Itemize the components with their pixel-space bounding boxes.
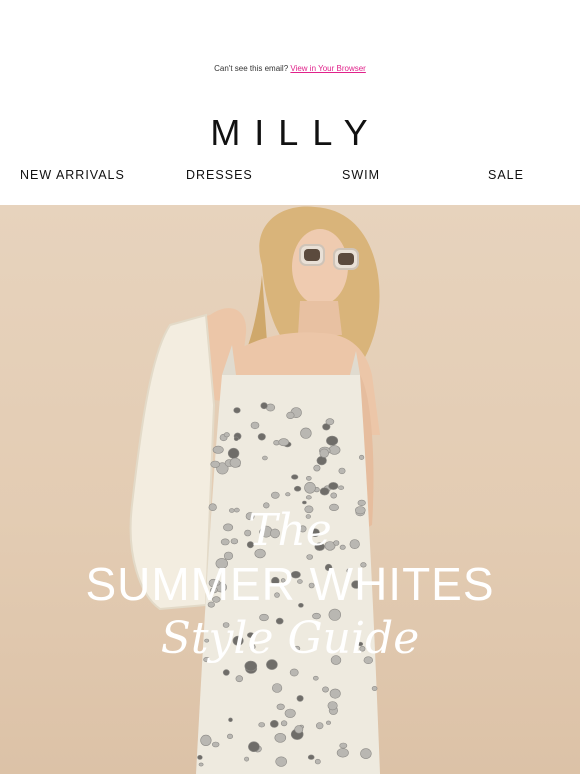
sequin xyxy=(272,683,283,693)
sequin xyxy=(262,455,268,461)
sequin xyxy=(285,492,291,497)
sequin xyxy=(291,474,299,480)
sequin xyxy=(233,436,239,442)
milly-logo[interactable]: MILLY xyxy=(0,112,580,154)
sequin xyxy=(359,454,365,460)
sequin xyxy=(312,675,319,681)
sequin xyxy=(198,762,204,767)
preheader-text: Can't see this email? xyxy=(214,64,289,73)
nav-dresses[interactable]: DRESSES xyxy=(186,168,253,182)
sequin xyxy=(327,701,338,711)
sequin xyxy=(197,755,203,760)
sequin xyxy=(250,421,260,430)
sequin xyxy=(294,485,302,492)
sequin xyxy=(227,733,234,740)
sequin xyxy=(284,708,296,718)
sequin xyxy=(228,717,233,722)
sequin xyxy=(286,411,295,419)
sequin xyxy=(325,418,335,426)
hero-line-summer-whites: SUMMER WHITES xyxy=(85,558,495,610)
sequin xyxy=(336,748,349,758)
sequin xyxy=(300,427,312,439)
sequin xyxy=(338,485,345,490)
sequin xyxy=(328,445,341,455)
hero-line-style-guide: Style Guide xyxy=(160,613,420,664)
sequin xyxy=(274,732,287,743)
sequin xyxy=(338,467,346,475)
main-nav: NEW ARRIVALS DRESSES SWIM SALE xyxy=(0,168,580,186)
preheader: Can't see this email? View in Your Brows… xyxy=(0,64,580,73)
sequin xyxy=(278,438,290,447)
nav-sale[interactable]: SALE xyxy=(488,168,524,182)
sequin xyxy=(260,402,268,410)
sequin xyxy=(304,481,316,494)
hero-model-illustration xyxy=(129,206,380,774)
nav-swim[interactable]: SWIM xyxy=(342,168,380,182)
sequin xyxy=(319,448,329,458)
sequin xyxy=(330,492,338,499)
sequin xyxy=(280,720,288,727)
hero-banner[interactable]: The SUMMER WHITES Style Guide xyxy=(0,205,580,774)
view-in-browser-link[interactable]: View in Your Browser xyxy=(290,64,365,73)
sequin xyxy=(360,748,372,759)
sequin xyxy=(339,742,348,749)
sequin xyxy=(212,445,224,454)
sequin xyxy=(316,722,324,730)
sequin xyxy=(319,487,330,496)
sequin xyxy=(289,668,299,677)
sequin xyxy=(307,754,315,760)
sequin xyxy=(258,722,266,728)
sequin xyxy=(200,734,212,747)
sequin xyxy=(222,669,230,676)
sequin xyxy=(212,741,220,748)
nav-new-arrivals[interactable]: NEW ARRIVALS xyxy=(20,168,125,182)
sequin xyxy=(248,741,260,753)
sequin xyxy=(229,457,241,468)
sequin xyxy=(325,720,331,725)
sequin xyxy=(296,695,304,702)
sequin xyxy=(305,495,312,500)
sequin xyxy=(227,447,240,459)
sequin xyxy=(269,720,279,728)
sequin xyxy=(322,686,329,693)
sequin xyxy=(233,407,241,414)
sequin xyxy=(329,688,341,699)
sequin xyxy=(244,756,250,762)
sequin xyxy=(270,491,280,499)
sequin xyxy=(294,725,304,734)
sequin xyxy=(257,433,266,441)
sequin xyxy=(313,464,321,472)
sequin xyxy=(275,756,288,767)
sequin xyxy=(210,460,220,468)
sequin xyxy=(223,432,230,438)
sequin xyxy=(328,482,339,490)
sequin xyxy=(305,475,312,481)
sequin xyxy=(302,500,307,505)
sequin xyxy=(314,758,321,765)
sequin xyxy=(371,686,378,691)
sequin xyxy=(235,675,244,683)
sequin xyxy=(326,435,339,446)
hero-line-the: The xyxy=(248,505,332,556)
sequin xyxy=(276,703,285,710)
